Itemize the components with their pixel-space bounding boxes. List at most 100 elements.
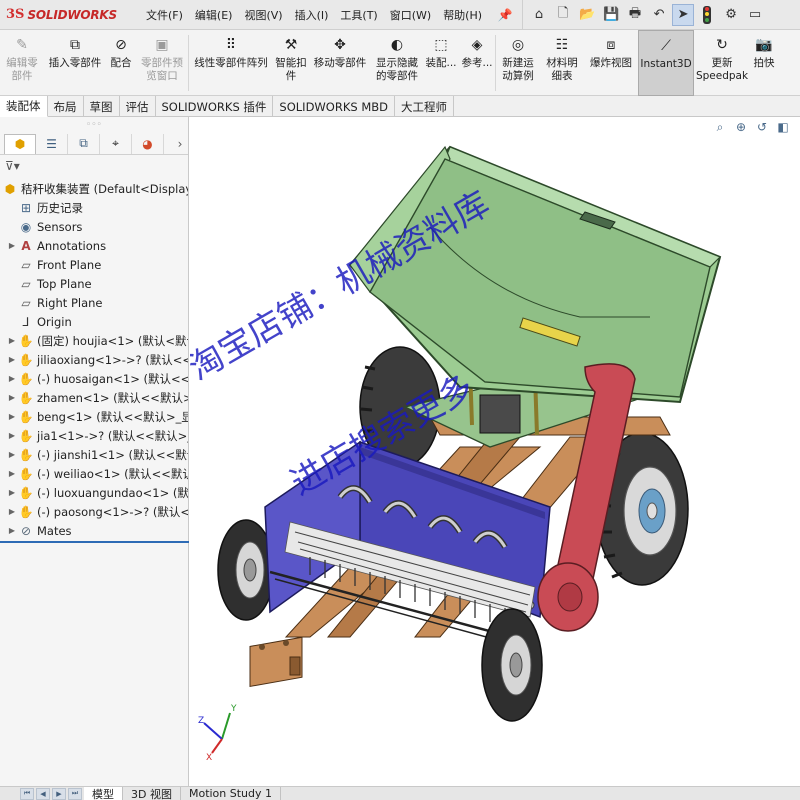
home-icon[interactable]: ⌂ bbox=[528, 4, 550, 26]
rebuild-icon[interactable]: ▭ bbox=[744, 4, 766, 26]
tab-evaluate[interactable]: 评估 bbox=[120, 96, 156, 117]
linear-pattern-button[interactable]: ⠿ 线性零部件阵列 bbox=[189, 30, 273, 96]
menu-tools[interactable]: 工具(T) bbox=[334, 7, 383, 23]
part-icon: ✋ bbox=[18, 485, 34, 500]
tab-assembly[interactable]: 装配体 bbox=[0, 96, 48, 117]
filter-row: ⊽▾ bbox=[0, 155, 188, 177]
insert-component-button[interactable]: ⧉ 插入零部件 bbox=[44, 30, 106, 96]
menu-view[interactable]: 视图(V) bbox=[238, 7, 288, 23]
chevron-right-icon[interactable]: › bbox=[172, 137, 188, 151]
feature-tree: ⬢ 秸秆收集装置 (Default<Display State-1>) ⊞ 历史… bbox=[0, 177, 189, 543]
reference-geometry-button[interactable]: ◈ 参考... bbox=[459, 30, 495, 96]
undo-icon[interactable]: ↶ bbox=[648, 4, 670, 26]
mate-button[interactable]: ⊘ 配合 bbox=[106, 30, 136, 96]
tree-item-component[interactable]: ▶ ✋ (-) jianshi1<1> (默认<<默认 bbox=[0, 445, 188, 464]
property-manager-tab-icon[interactable]: ☰ bbox=[36, 133, 68, 154]
pin-menu-icon[interactable]: 📌 bbox=[494, 8, 516, 22]
menu-file[interactable]: 文件(F) bbox=[140, 7, 189, 23]
tree-item-history[interactable]: ⊞ 历史记录 bbox=[0, 198, 188, 217]
menu-window[interactable]: 窗口(W) bbox=[384, 7, 437, 23]
tree-item-mates[interactable]: ▶ ⊘ Mates bbox=[0, 521, 188, 540]
display-manager-tab-icon[interactable]: ◕ bbox=[132, 133, 164, 154]
tree-item-component[interactable]: ▶ ✋ beng<1> (默认<<默认>_显示 bbox=[0, 407, 188, 426]
tree-item-front-plane[interactable]: ▱ Front Plane bbox=[0, 255, 188, 274]
select-arrow-icon[interactable]: ➤ bbox=[672, 3, 695, 26]
part-icon: ✋ bbox=[18, 409, 34, 424]
tab-solidworks-addins[interactable]: SOLIDWORKS 插件 bbox=[156, 96, 274, 117]
tree-item-component[interactable]: ▶ ✋ zhamen<1> (默认<<默认>_显 bbox=[0, 388, 188, 407]
move-component-button[interactable]: ✥ 移动零部件 bbox=[309, 30, 371, 96]
menu-help[interactable]: 帮助(H) bbox=[437, 7, 488, 23]
tab-sketch[interactable]: 草图 bbox=[84, 96, 120, 117]
command-manager-tabs: 装配体 布局 草图 评估 SOLIDWORKS 插件 SOLIDWORKS MB… bbox=[0, 96, 800, 117]
save-icon[interactable]: 💾 bbox=[600, 4, 622, 26]
tree-item-annotations[interactable]: ▶ A Annotations bbox=[0, 236, 188, 255]
tree-item-top-plane[interactable]: ▱ Top Plane bbox=[0, 274, 188, 293]
expand-arrow-icon[interactable]: ▶ bbox=[6, 412, 18, 421]
tree-item-component[interactable]: ▶ ✋ jiliaoxiang<1>->? (默认<<默认 bbox=[0, 350, 188, 369]
bill-of-materials-label-2: 细表 bbox=[551, 70, 573, 82]
new-file-icon[interactable]: 🗋 bbox=[552, 4, 574, 26]
tab-layout[interactable]: 布局 bbox=[48, 96, 84, 117]
edit-component-button[interactable]: ✎ 编辑零 部件 bbox=[0, 30, 44, 96]
tree-item-right-plane[interactable]: ▱ Right Plane bbox=[0, 293, 188, 312]
solidworks-logo[interactable]: 3S SOLIDWORKS bbox=[0, 0, 140, 30]
expand-arrow-icon[interactable]: ▶ bbox=[6, 469, 18, 478]
prev-tab-arrow-icon[interactable]: ◀ bbox=[36, 787, 50, 800]
tree-item-component[interactable]: ▶ ✋ (-) paosong<1>->? (默认<<默认 bbox=[0, 502, 188, 521]
tree-rollback-bar[interactable] bbox=[0, 541, 189, 543]
tree-item-component[interactable]: ▶ ✋ (-) weiliao<1> (默认<<默认> bbox=[0, 464, 188, 483]
svg-text:Z: Z bbox=[198, 716, 204, 726]
open-file-icon[interactable]: 📂 bbox=[576, 4, 598, 26]
dimxpert-tab-icon[interactable]: ⌖ bbox=[100, 133, 132, 154]
tab-3d-view[interactable]: 3D 视图 bbox=[123, 786, 181, 800]
expand-arrow-icon[interactable]: ▶ bbox=[6, 488, 18, 497]
tree-item-origin[interactable]: ⅃ Origin bbox=[0, 312, 188, 331]
tab-model[interactable]: 模型 bbox=[84, 786, 123, 800]
options-gear-icon[interactable]: ⚙ bbox=[720, 4, 742, 26]
print-icon[interactable]: 🖶 bbox=[624, 4, 646, 26]
tree-item-component[interactable]: ▶ ✋ (-) luoxuangundao<1> (默认 bbox=[0, 483, 188, 502]
graphics-viewport[interactable]: ⌕ ⊕ ↺ ◧ Y Z X 淘宝店铺：机械资料库 进店搜索更多 bbox=[190, 117, 800, 786]
front-right-wheel[interactable] bbox=[481, 608, 543, 722]
panel-grip-handle[interactable]: ◦◦◦ bbox=[0, 117, 188, 133]
filter-icon[interactable]: ⊽▾ bbox=[5, 159, 20, 173]
tree-item-component[interactable]: ▶ ✋ jia1<1>->? (默认<<默认>_显 bbox=[0, 426, 188, 445]
expand-arrow-icon[interactable]: ▶ bbox=[6, 374, 18, 383]
feature-manager-tab-icon[interactable]: ⬢ bbox=[4, 133, 36, 154]
component-preview-button[interactable]: ▣ 零部件预 览窗口 bbox=[136, 30, 188, 96]
tree-item-component[interactable]: ▶ ✋ (固定) houjia<1> (默认<默认 bbox=[0, 331, 188, 350]
component-label: (固定) houjia<1> (默认<默认 bbox=[37, 333, 188, 348]
update-speedpak-button[interactable]: ↻ 更新 Speedpak bbox=[694, 30, 750, 96]
tree-root-assembly[interactable]: ⬢ 秸秆收集装置 (Default<Display State-1>) bbox=[0, 179, 188, 198]
expand-arrow-icon[interactable]: ▶ bbox=[6, 526, 18, 535]
traffic-light-icon[interactable] bbox=[696, 4, 718, 26]
expand-arrow-icon[interactable]: ▶ bbox=[6, 450, 18, 459]
tree-item-component[interactable]: ▶ ✋ (-) huosaigan<1> (默认<<默认 bbox=[0, 369, 188, 388]
new-motion-study-button[interactable]: ◎ 新建运 动算例 bbox=[496, 30, 540, 96]
expand-arrow-icon[interactable]: ▶ bbox=[6, 431, 18, 440]
expand-arrow-icon[interactable]: ▶ bbox=[6, 336, 18, 345]
expand-arrow-icon[interactable]: ▶ bbox=[6, 507, 18, 516]
expand-arrow-icon[interactable]: ▶ bbox=[6, 355, 18, 364]
assembly-features-button[interactable]: ⬚ 装配... bbox=[423, 30, 459, 96]
smart-fasteners-button[interactable]: ⚒ 智能扣 件 bbox=[273, 30, 309, 96]
tab-motion-study-1[interactable]: Motion Study 1 bbox=[181, 786, 282, 800]
tree-item-sensors[interactable]: ◉ Sensors bbox=[0, 217, 188, 236]
first-tab-arrow-icon[interactable]: ⏮ bbox=[20, 787, 34, 800]
tab-solidworks-mbd[interactable]: SOLIDWORKS MBD bbox=[273, 96, 396, 117]
show-hidden-button[interactable]: ◐ 显示隐藏 的零部件 bbox=[371, 30, 423, 96]
instant3d-button[interactable]: ⟋ Instant3D bbox=[638, 30, 694, 96]
bill-of-materials-button[interactable]: ☷ 材料明 细表 bbox=[540, 30, 584, 96]
next-tab-arrow-icon[interactable]: ▶ bbox=[52, 787, 66, 800]
snapshot-button[interactable]: 📷 拍快 bbox=[750, 30, 778, 96]
menu-edit[interactable]: 编辑(E) bbox=[189, 7, 239, 23]
expand-arrow-icon[interactable]: ▶ bbox=[6, 241, 18, 250]
last-tab-arrow-icon[interactable]: ⏭ bbox=[68, 787, 82, 800]
configuration-manager-tab-icon[interactable]: ⧉ bbox=[68, 133, 100, 154]
expand-arrow-icon[interactable]: ▶ bbox=[6, 393, 18, 402]
mates-icon: ⊘ bbox=[20, 523, 32, 538]
menu-insert[interactable]: 插入(I) bbox=[289, 7, 335, 23]
tab-big-engineer[interactable]: 大工程师 bbox=[395, 96, 455, 117]
exploded-view-button[interactable]: ⧈ 爆炸视图 bbox=[584, 30, 638, 96]
